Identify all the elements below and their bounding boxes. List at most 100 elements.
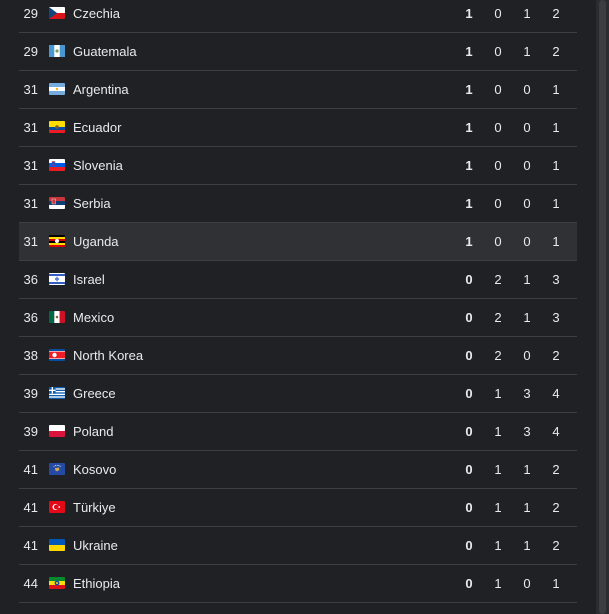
bronze-count: 0 (523, 576, 531, 591)
rank: 31 (23, 234, 38, 249)
table-row[interactable]: 41 Ukraine 0 1 1 2 (19, 527, 577, 565)
table-row[interactable]: 31 Uganda 1 0 0 1 (19, 223, 577, 261)
silver-count: 0 (494, 82, 502, 97)
rank: 29 (23, 44, 38, 59)
silver-count: 0 (494, 120, 502, 135)
total-count: 4 (552, 386, 560, 401)
bronze-count: 1 (523, 310, 531, 325)
total-count: 2 (552, 538, 560, 553)
silver-count: 1 (494, 424, 502, 439)
table-row[interactable]: 39 Greece 0 1 3 4 (19, 375, 577, 413)
uganda-flag-icon (49, 235, 65, 247)
bronze-count: 0 (523, 348, 531, 363)
gold-count: 0 (465, 462, 473, 477)
scrollbar-thumb[interactable] (599, 0, 606, 614)
bronze-count: 1 (523, 538, 531, 553)
country-name: Kosovo (73, 462, 117, 477)
total-count: 2 (552, 44, 560, 59)
scrollbar-track[interactable] (596, 0, 609, 614)
table-row[interactable]: 31 Argentina 1 0 0 1 (19, 71, 577, 109)
bronze-count: 3 (523, 424, 531, 439)
table-row[interactable]: 38 North Korea 0 2 0 2 (19, 337, 577, 375)
country-name: Serbia (73, 196, 111, 211)
silver-count: 1 (494, 538, 502, 553)
israel-flag-icon (49, 273, 65, 285)
ukraine-flag-icon (49, 539, 65, 551)
table-row[interactable]: 31 Serbia 1 0 0 1 (19, 185, 577, 223)
country-name: Ukraine (73, 538, 118, 553)
rank: 36 (23, 272, 38, 287)
serbia-flag-icon (49, 197, 65, 209)
bronze-count: 3 (523, 386, 531, 401)
table-row[interactable]: 41 Türkiye 0 1 1 2 (19, 489, 577, 527)
table-row[interactable]: 39 Poland 0 1 3 4 (19, 413, 577, 451)
mexico-flag-icon (49, 311, 65, 323)
table-row[interactable]: 36 Mexico 0 2 1 3 (19, 299, 577, 337)
gold-count: 0 (465, 386, 473, 401)
silver-count: 1 (494, 386, 502, 401)
silver-count: 2 (494, 272, 502, 287)
country-name: Ethiopia (73, 576, 120, 591)
country-name: Türkiye (73, 500, 116, 515)
table-row[interactable]: 31 Ecuador 1 0 0 1 (19, 109, 577, 147)
country-name: Poland (73, 424, 114, 439)
total-count: 1 (552, 576, 560, 591)
table-row[interactable]: 36 Israel 0 2 1 3 (19, 261, 577, 299)
total-count: 2 (552, 462, 560, 477)
north-korea-flag-icon (49, 349, 65, 361)
table-row[interactable]: 29 Guatemala 1 0 1 2 (19, 33, 577, 71)
rank: 39 (23, 424, 38, 439)
bronze-count: 0 (523, 158, 531, 173)
total-count: 2 (552, 348, 560, 363)
rank: 29 (23, 6, 38, 21)
rank: 38 (23, 348, 38, 363)
bronze-count: 0 (523, 234, 531, 249)
total-count: 1 (552, 196, 560, 211)
country-name: Uganda (73, 234, 119, 249)
total-count: 4 (552, 424, 560, 439)
gold-count: 0 (465, 348, 473, 363)
gold-count: 1 (465, 234, 473, 249)
ethiopia-flag-icon (49, 577, 65, 589)
poland-flag-icon (49, 425, 65, 437)
bronze-count: 1 (523, 500, 531, 515)
table-row[interactable]: 41 Kosovo 0 1 1 2 (19, 451, 577, 489)
medal-table-panel: 29 Czechia 1 0 1 2 29 Guatemala 1 0 1 2 … (0, 0, 609, 614)
table-row[interactable]: 29 Czechia 1 0 1 2 (19, 0, 577, 33)
country-name: Czechia (73, 6, 120, 21)
rank: 31 (23, 196, 38, 211)
kosovo-flag-icon (49, 463, 65, 475)
gold-count: 0 (465, 424, 473, 439)
gold-count: 0 (465, 272, 473, 287)
rank: 44 (23, 576, 38, 591)
ecuador-flag-icon (49, 121, 65, 133)
gold-count: 1 (465, 196, 473, 211)
czechia-flag-icon (49, 7, 65, 19)
guatemala-flag-icon (49, 45, 65, 57)
bronze-count: 1 (523, 6, 531, 21)
medal-table: 29 Czechia 1 0 1 2 29 Guatemala 1 0 1 2 … (19, 0, 577, 603)
rank: 41 (23, 462, 38, 477)
silver-count: 0 (494, 44, 502, 59)
table-row[interactable]: 31 Slovenia 1 0 0 1 (19, 147, 577, 185)
gold-count: 0 (465, 576, 473, 591)
country-name: North Korea (73, 348, 144, 363)
bronze-count: 0 (523, 120, 531, 135)
silver-count: 1 (494, 576, 502, 591)
greece-flag-icon (49, 387, 65, 399)
bronze-count: 1 (523, 462, 531, 477)
turkiye-flag-icon (49, 501, 65, 513)
gold-count: 1 (465, 158, 473, 173)
slovenia-flag-icon (49, 159, 65, 171)
table-row[interactable]: 44 Ethiopia 0 1 0 1 (19, 565, 577, 603)
country-name: Guatemala (73, 44, 137, 59)
total-count: 1 (552, 158, 560, 173)
rank: 31 (23, 82, 38, 97)
silver-count: 0 (494, 6, 502, 21)
rank: 31 (23, 158, 38, 173)
gold-count: 1 (465, 82, 473, 97)
gold-count: 0 (465, 310, 473, 325)
silver-count: 0 (494, 234, 502, 249)
total-count: 2 (552, 6, 560, 21)
gold-count: 0 (465, 538, 473, 553)
